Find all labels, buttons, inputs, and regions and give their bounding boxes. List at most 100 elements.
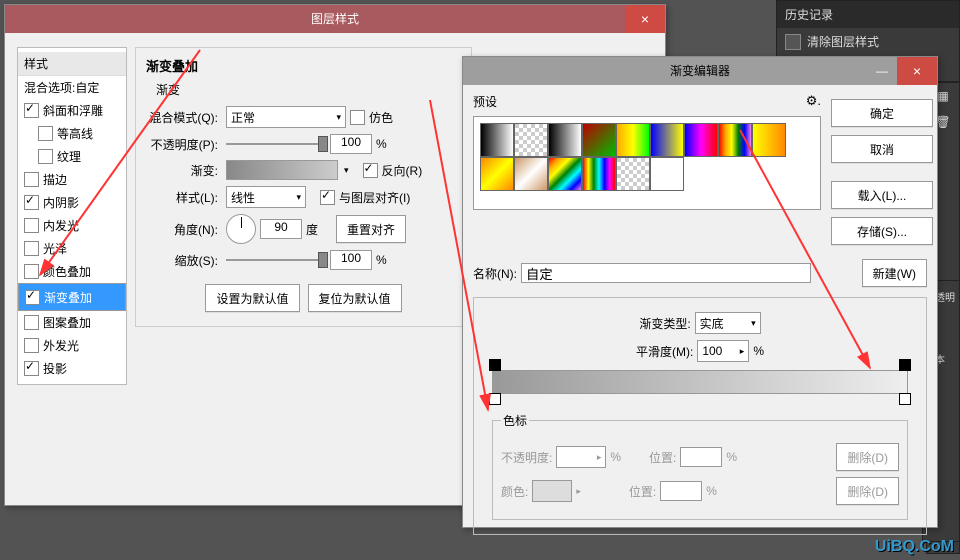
- preset-swatch-11[interactable]: [548, 157, 582, 191]
- preset-swatch-9[interactable]: [480, 157, 514, 191]
- smooth-input[interactable]: 100▸: [697, 340, 749, 362]
- gradient-editor-dialog: 渐变编辑器 × — 预设 ⚙. 确定 取消 载入(L)... 存储(S)... …: [462, 56, 938, 528]
- minimize-button[interactable]: —: [867, 57, 897, 85]
- effect-row-8[interactable]: 渐变叠加: [18, 283, 126, 311]
- stop-opacity-unit: %: [610, 450, 621, 464]
- close-button[interactable]: ×: [625, 5, 665, 33]
- effect-checkbox[interactable]: [24, 103, 39, 118]
- opacity-stop-left[interactable]: [489, 359, 501, 371]
- effect-row-4[interactable]: 内阴影: [18, 191, 126, 214]
- chevron-down-icon: ▸: [740, 346, 745, 357]
- dither-label: 仿色: [369, 109, 393, 126]
- delete-opacity-stop-button: 删除(D): [836, 443, 899, 471]
- preset-swatch-12[interactable]: [582, 157, 616, 191]
- presets-label: 预设: [473, 93, 497, 110]
- history-item-label: 清除图层样式: [807, 33, 879, 50]
- gradient-picker[interactable]: [226, 160, 338, 180]
- effect-checkbox[interactable]: [24, 195, 39, 210]
- effect-checkbox[interactable]: [24, 264, 39, 279]
- effect-row-2[interactable]: 纹理: [18, 145, 126, 168]
- opacity-input[interactable]: 100: [330, 134, 372, 154]
- scale-label: 缩放(S):: [146, 252, 218, 269]
- effect-row-1[interactable]: 等高线: [18, 122, 126, 145]
- style-label: 样式(L):: [146, 189, 218, 206]
- effect-row-5[interactable]: 内发光: [18, 214, 126, 237]
- reset-align-button[interactable]: 重置对齐: [336, 215, 406, 243]
- effect-row-10[interactable]: 外发光: [18, 334, 126, 357]
- reset-default-button[interactable]: 复位为默认值: [308, 284, 402, 312]
- effect-checkbox[interactable]: [24, 218, 39, 233]
- effect-row-6[interactable]: 光泽: [18, 237, 126, 260]
- history-item[interactable]: 清除图层样式: [777, 28, 959, 55]
- set-default-button[interactable]: 设置为默认值: [205, 284, 299, 312]
- smooth-unit: %: [753, 344, 764, 358]
- preset-swatch-3[interactable]: [582, 123, 616, 157]
- ok-button[interactable]: 确定: [831, 99, 933, 127]
- new-button[interactable]: 新建(W): [862, 259, 927, 287]
- effect-checkbox[interactable]: [24, 338, 39, 353]
- reverse-checkbox[interactable]: [363, 163, 378, 178]
- effect-label: 颜色叠加: [43, 263, 91, 280]
- effect-label: 图案叠加: [43, 314, 91, 331]
- gradient-overlay-panel: 渐变叠加 渐变 混合模式(Q): 正常▾ 仿色 不透明度(P): 100 % 渐…: [135, 47, 472, 327]
- effect-label: 斜面和浮雕: [43, 102, 103, 119]
- effect-checkbox[interactable]: [24, 361, 39, 376]
- name-input[interactable]: [521, 263, 811, 283]
- preset-swatch-6[interactable]: [684, 123, 718, 157]
- preset-swatch-4[interactable]: [616, 123, 650, 157]
- color-stop-left[interactable]: [489, 393, 501, 405]
- effect-label: 内发光: [43, 217, 79, 234]
- preset-swatch-13[interactable]: [616, 157, 650, 191]
- align-checkbox[interactable]: [320, 190, 335, 205]
- effect-row-9[interactable]: 图案叠加: [18, 311, 126, 334]
- blend-mode-select[interactable]: 正常▾: [226, 106, 346, 128]
- gear-icon[interactable]: ⚙.: [806, 93, 821, 110]
- preset-swatch-1[interactable]: [514, 123, 548, 157]
- preset-swatch-2[interactable]: [548, 123, 582, 157]
- layer-style-titlebar: 图层样式 ×: [5, 5, 665, 33]
- effect-checkbox[interactable]: [25, 290, 40, 305]
- angle-dial[interactable]: [226, 214, 256, 244]
- styles-header: 样式: [18, 52, 126, 76]
- effect-row-0[interactable]: 斜面和浮雕: [18, 99, 126, 122]
- pos-label-2: 位置:: [629, 483, 656, 500]
- effect-label: 内阴影: [43, 194, 79, 211]
- type-select[interactable]: 实底▾: [695, 312, 761, 334]
- pos-unit-2: %: [706, 484, 717, 498]
- effect-checkbox[interactable]: [24, 172, 39, 187]
- load-button[interactable]: 载入(L)...: [831, 181, 933, 209]
- gradient-bar[interactable]: [492, 370, 908, 394]
- preset-swatch-8[interactable]: [752, 123, 786, 157]
- opacity-stop-right[interactable]: [899, 359, 911, 371]
- effect-label: 投影: [43, 360, 67, 377]
- reverse-label: 反向(R): [382, 162, 423, 179]
- preset-swatch-7[interactable]: [718, 123, 752, 157]
- close-button[interactable]: ×: [897, 57, 937, 85]
- color-stop-right[interactable]: [899, 393, 911, 405]
- style-select[interactable]: 线性▾: [226, 186, 306, 208]
- effect-label: 描边: [43, 171, 67, 188]
- effect-row-11[interactable]: 投影: [18, 357, 126, 380]
- preset-swatch-0[interactable]: [480, 123, 514, 157]
- effect-row-7[interactable]: 颜色叠加: [18, 260, 126, 283]
- chevron-down-icon[interactable]: ▾: [344, 165, 349, 176]
- effect-checkbox[interactable]: [24, 315, 39, 330]
- effect-checkbox[interactable]: [24, 241, 39, 256]
- cancel-button[interactable]: 取消: [831, 135, 933, 163]
- blend-options-row[interactable]: 混合选项:自定: [18, 76, 126, 99]
- scale-input[interactable]: 100: [330, 250, 372, 270]
- effect-row-3[interactable]: 描边: [18, 168, 126, 191]
- dither-checkbox[interactable]: [350, 110, 365, 125]
- preset-swatch-5[interactable]: [650, 123, 684, 157]
- scale-slider[interactable]: [226, 259, 326, 261]
- effect-checkbox[interactable]: [38, 126, 53, 141]
- color-label: 颜色:: [501, 483, 528, 500]
- pos-label: 位置:: [649, 449, 676, 466]
- angle-input[interactable]: 90: [260, 219, 302, 239]
- effect-checkbox[interactable]: [38, 149, 53, 164]
- opacity-slider[interactable]: [226, 143, 326, 145]
- history-tab[interactable]: 历史记录: [777, 1, 959, 28]
- preset-swatch-10[interactable]: [514, 157, 548, 191]
- preset-swatch-14[interactable]: [650, 157, 684, 191]
- save-button[interactable]: 存储(S)...: [831, 217, 933, 245]
